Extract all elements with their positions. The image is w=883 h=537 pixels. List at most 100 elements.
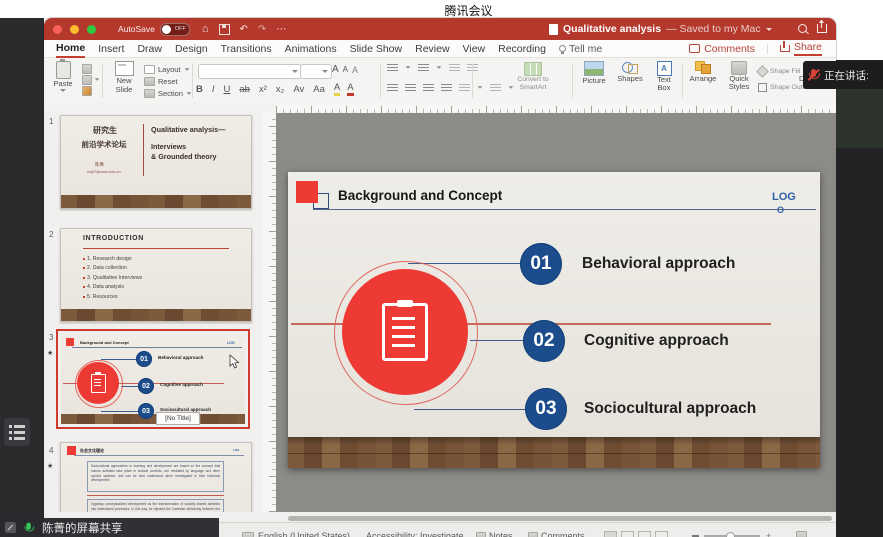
slide-thumbnail-panel[interactable]: 1 2 3 ★ 4 ★ 研究生 前沿学术论坛 陈菁 lxq97@snnu.edu… (44, 113, 263, 512)
tab-review[interactable]: Review (415, 41, 449, 57)
align-right-button[interactable] (423, 83, 434, 91)
section-button[interactable]: Section (144, 87, 192, 99)
status-comments-button[interactable]: Comments (528, 531, 585, 537)
slide-number-circle-3[interactable]: 03 (525, 388, 567, 430)
tab-view[interactable]: View (463, 41, 486, 57)
tab-design[interactable]: Design (175, 41, 208, 57)
change-case-button[interactable]: Aa (313, 84, 325, 95)
numbering-button[interactable] (418, 63, 429, 71)
new-slide-button[interactable]: NewSlide (107, 61, 141, 94)
italic-button[interactable]: I (212, 84, 215, 95)
active-mic-icon[interactable] (23, 521, 36, 534)
undo-icon[interactable]: ↶ (240, 24, 248, 35)
participant-video-thumb[interactable] (836, 88, 883, 148)
status-language[interactable]: English (United States) (258, 531, 350, 537)
zoom-button[interactable] (87, 25, 96, 34)
close-button[interactable] (53, 25, 62, 34)
slide-item-label-1[interactable]: Behavioral approach (582, 255, 735, 273)
layout-button[interactable]: Layout (144, 63, 192, 75)
tellme-button[interactable]: Tell me (559, 41, 602, 57)
editing-canvas[interactable]: Background and Concept LOG O 01 02 03 Be… (276, 113, 836, 512)
tab-transitions[interactable]: Transitions (221, 41, 272, 57)
zoom-in-button[interactable]: + (766, 532, 774, 537)
home-icon[interactable]: ⌂ (202, 24, 209, 34)
tab-slideshow[interactable]: Slide Show (350, 41, 403, 57)
shrink-font-button[interactable]: A (343, 65, 348, 74)
slide-item-label-2[interactable]: Cognitive approach (584, 332, 729, 350)
format-painter-button[interactable] (82, 85, 100, 96)
font-color-button[interactable]: A (347, 82, 353, 96)
slide-red-square[interactable] (296, 181, 318, 203)
slide-canvas[interactable]: Background and Concept LOG O 01 02 03 Be… (288, 172, 820, 468)
superscript-button[interactable]: x² (259, 84, 267, 95)
share-button[interactable]: Share (780, 41, 822, 56)
slide-title[interactable]: Background and Concept (338, 188, 502, 203)
highlight-button[interactable]: A (334, 82, 340, 96)
annotation-icon[interactable] (5, 522, 16, 533)
title-chevron-icon[interactable] (766, 28, 772, 31)
notes-button[interactable]: Notes (476, 531, 513, 537)
slide-red-circle[interactable] (342, 269, 468, 395)
horizontal-scrollbar[interactable] (288, 516, 832, 521)
slide-number-circle-1[interactable]: 01 (520, 243, 562, 285)
text-box-button[interactable]: A TextBox (649, 61, 679, 92)
horizontal-ruler[interactable] (276, 103, 836, 113)
ribbon-tab-row: Home Insert Draw Design Transitions Anim… (44, 40, 836, 58)
slide-item-label-3[interactable]: Sociocultural approach (584, 400, 756, 418)
more-commands-icon[interactable]: ⋯ (276, 24, 286, 35)
grow-font-button[interactable]: A (332, 64, 339, 75)
redo-icon[interactable]: ↷ (258, 24, 266, 35)
tab-home[interactable]: Home (56, 40, 85, 58)
comments-button[interactable]: Comments (689, 43, 755, 55)
tab-animations[interactable]: Animations (285, 41, 337, 57)
agenda-list-icon[interactable] (4, 418, 30, 446)
slide-thumbnail-2[interactable]: INTRODUCTION 1. Research design 2. Data … (60, 228, 252, 322)
decrease-indent-button[interactable] (449, 63, 460, 71)
language-flag-icon (242, 532, 254, 537)
slide-number-circle-2[interactable]: 02 (523, 320, 565, 362)
clear-format-button[interactable]: A (352, 65, 358, 75)
slide-thumbnail-3-selected[interactable]: Background and Concept LOG 01 02 03 Beha… (56, 329, 250, 429)
cut-button[interactable] (82, 63, 100, 74)
shapes-button[interactable]: Shapes (613, 61, 647, 83)
align-center-button[interactable] (405, 83, 416, 91)
justify-button[interactable] (441, 83, 452, 91)
autosave-toggle[interactable]: OFF (160, 23, 190, 36)
arrange-button[interactable]: Arrange (686, 61, 720, 83)
slide-thumbnail-1[interactable]: 研究生 前沿学术论坛 陈菁 lxq97@snnu.edu.cn Qualitat… (60, 115, 252, 209)
copy-button[interactable] (82, 74, 100, 85)
font-name-select[interactable] (198, 64, 302, 79)
line-spacing-button[interactable] (459, 83, 470, 91)
picture-button[interactable]: Picture (577, 61, 611, 85)
tab-draw[interactable]: Draw (137, 41, 162, 57)
strikethrough-button[interactable]: ab (239, 84, 250, 95)
search-icon[interactable] (798, 24, 807, 33)
paste-button[interactable]: Paste (48, 61, 78, 92)
fit-slide-button[interactable] (796, 531, 807, 537)
align-left-button[interactable] (387, 83, 398, 91)
minimize-button[interactable] (70, 25, 79, 34)
zoom-slider[interactable] (704, 535, 760, 537)
font-size-select[interactable] (300, 64, 332, 79)
thumb4-logo: LOG (233, 448, 240, 452)
underline-button[interactable]: U (224, 84, 231, 95)
convert-smartart-button[interactable]: Convert toSmartArt (496, 62, 570, 92)
zoom-out-button[interactable] (692, 535, 699, 537)
status-accessibility[interactable]: Accessibility: Investigate (366, 531, 464, 537)
save-icon[interactable] (219, 24, 230, 35)
reading-view-button[interactable] (638, 531, 651, 537)
reset-button[interactable]: Reset (144, 75, 192, 87)
quick-styles-button[interactable]: QuickStyles (722, 61, 756, 91)
bold-button[interactable]: B (196, 84, 203, 95)
slide-sorter-button[interactable] (621, 531, 634, 537)
speaking-label: 正在讲话: (824, 68, 869, 83)
bullets-button[interactable] (387, 63, 398, 71)
tab-recording[interactable]: Recording (498, 41, 546, 57)
subscript-button[interactable]: x₂ (276, 84, 284, 95)
character-spacing-button[interactable]: Av (293, 84, 304, 95)
share-doc-icon[interactable] (817, 24, 827, 33)
vertical-ruler[interactable] (262, 113, 277, 512)
tab-insert[interactable]: Insert (98, 41, 124, 57)
normal-view-button[interactable] (604, 531, 617, 537)
slideshow-button[interactable] (655, 531, 668, 537)
